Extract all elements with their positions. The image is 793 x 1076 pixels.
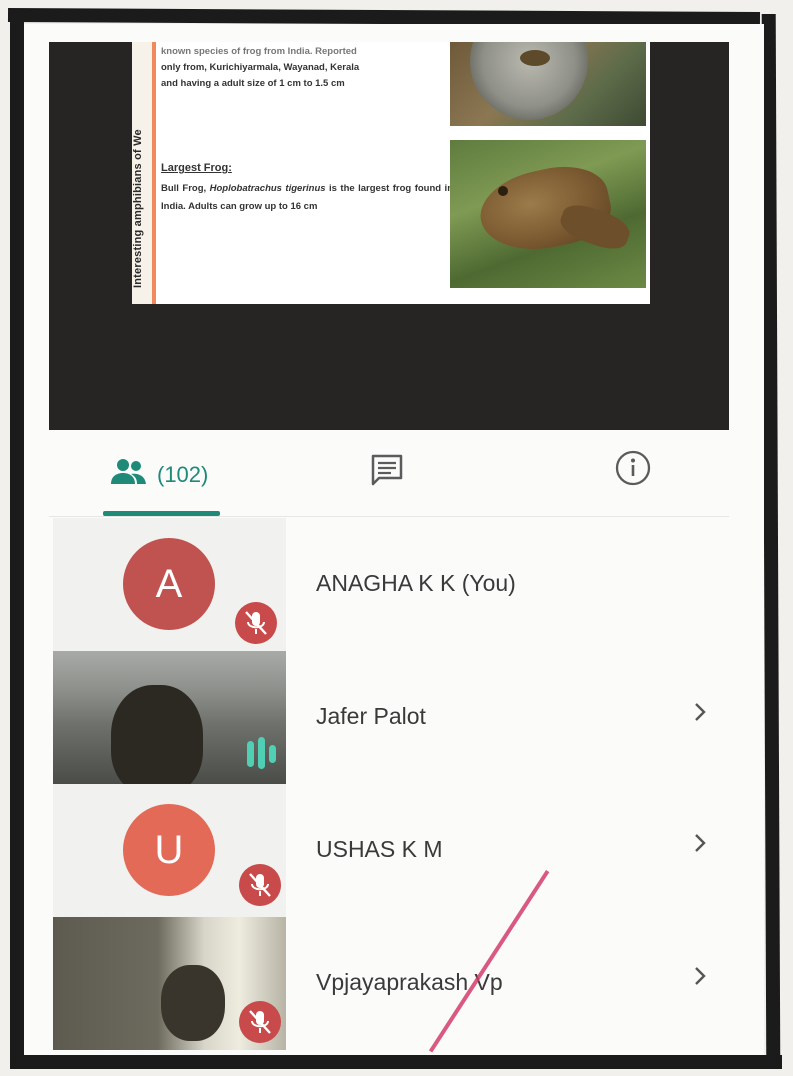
participant-name: Jafer Palot (316, 703, 426, 729)
meeting-screen: Interesting amphibians of We known speci… (24, 24, 764, 1055)
mic-off-icon (235, 602, 277, 644)
participant-video-person (111, 685, 203, 784)
participant-tile: U (53, 784, 286, 917)
active-tab-indicator (103, 511, 220, 516)
participant-row[interactable]: A ANAGHA K K (You) (49, 518, 729, 651)
mic-off-icon (239, 1001, 281, 1043)
frame-left (10, 14, 24, 1069)
participant-name: ANAGHA K K (You) (316, 570, 516, 596)
tab-info[interactable] (613, 448, 653, 488)
participant-tile: A (53, 518, 286, 651)
chevron-right-icon[interactable] (689, 701, 711, 723)
tab-chat[interactable] (367, 450, 407, 490)
slide-paragraph-largest: Bull Frog, Hoplobatrachus tigerinus is t… (161, 180, 453, 216)
bull-frog-photo (450, 140, 646, 288)
participant-video (53, 917, 286, 1050)
avatar: A (123, 538, 215, 630)
mic-off-icon (239, 864, 281, 906)
participant-row[interactable]: Jafer Palot (49, 651, 729, 784)
slide-heading-largest-frog: Largest Frog: (161, 162, 232, 174)
tab-people[interactable]: (102) (104, 452, 244, 510)
participant-count: (102) (157, 462, 209, 487)
slide-text-line: only from, Kurichiyarmala, Wayanad, Kera… (161, 62, 360, 73)
participant-video-person (161, 965, 225, 1041)
shared-screen[interactable]: Interesting amphibians of We known speci… (49, 42, 729, 430)
avatar: U (123, 804, 215, 896)
species-name: Hoplobatrachus tigerinus (209, 183, 326, 194)
slide-text: Bull Frog, (161, 183, 210, 194)
speaking-indicator-icon (247, 737, 276, 769)
participant-row[interactable]: U USHAS K M (49, 784, 729, 917)
small-frog-photo (450, 42, 646, 126)
participant-video (53, 651, 286, 784)
chevron-right-icon[interactable] (689, 965, 711, 987)
avatar-letter: A (155, 562, 183, 606)
slide-paragraph-smallest: known species of frog from India. Report… (161, 44, 456, 92)
participant-name: USHAS K M (316, 836, 443, 862)
slide-text-line: known species of frog from India. Report… (161, 46, 357, 57)
avatar-letter: U (154, 828, 184, 872)
slide-vertical-title: Interesting amphibians of We (132, 129, 144, 288)
chevron-right-icon[interactable] (689, 832, 711, 854)
slide-text-line: and having a adult size of 1 cm to 1.5 c… (161, 78, 345, 89)
participant-row[interactable]: Vpjayaprakash Vp (49, 917, 729, 1050)
presentation-slide: Interesting amphibians of We known speci… (132, 42, 650, 304)
info-icon (615, 450, 651, 486)
tab-bar: (102) (49, 430, 729, 517)
frame-right (761, 13, 781, 1065)
chat-icon (371, 454, 403, 486)
frame-bottom (10, 1055, 782, 1069)
people-icon (111, 459, 146, 484)
slide-accent-strip: Interesting amphibians of We (132, 42, 156, 304)
